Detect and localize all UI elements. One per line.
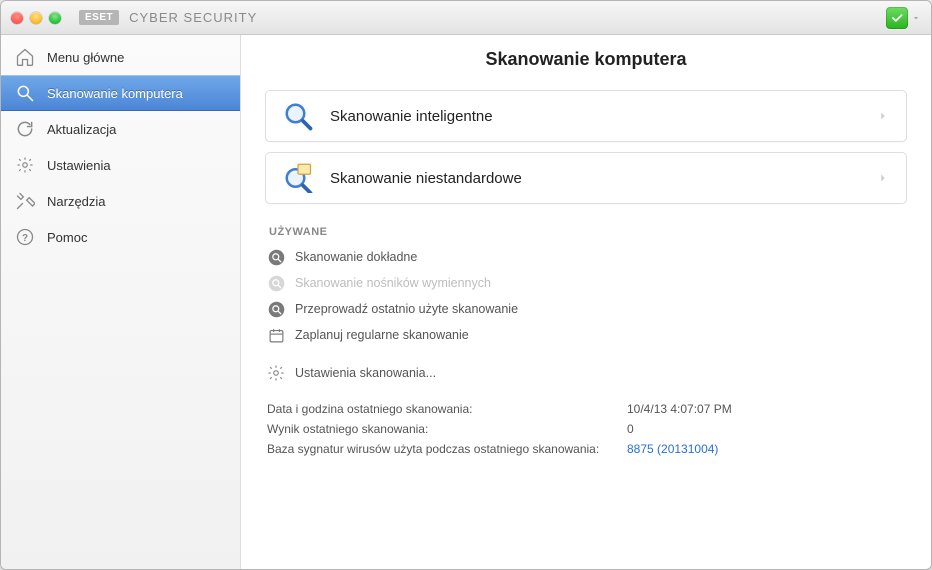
- sidebar-item-tools[interactable]: Narzędzia: [1, 183, 240, 219]
- info-value: 0: [627, 422, 905, 436]
- gear-icon: [15, 155, 35, 175]
- smart-scan-button[interactable]: Skanowanie inteligentne: [265, 90, 907, 142]
- action-label: Skanowanie niestandardowe: [330, 170, 860, 187]
- magnifier-blue-icon: [282, 100, 314, 132]
- info-value: 10/4/13 4:07:07 PM: [627, 402, 905, 416]
- used-item-label: Zaplanuj regularne skanowanie: [295, 328, 469, 342]
- calendar-icon: [267, 326, 285, 344]
- action-label: Skanowanie inteligentne: [330, 108, 860, 125]
- used-item-label: Skanowanie dokładne: [295, 250, 417, 264]
- custom-scan-button[interactable]: Skanowanie niestandardowe: [265, 152, 907, 204]
- refresh-icon: [15, 119, 35, 139]
- chevron-right-icon: [876, 171, 890, 185]
- page-header: Skanowanie komputera: [241, 35, 931, 90]
- scan-settings-link[interactable]: Ustawienia skanowania...: [241, 348, 931, 398]
- deep-scan-link[interactable]: Skanowanie dokładne: [267, 244, 905, 270]
- magnifier-doc-icon: [282, 162, 314, 194]
- used-section-title: UŻYWANE: [241, 204, 931, 244]
- titlebar: ESET CYBER SECURITY: [1, 1, 931, 35]
- round-search: [267, 300, 285, 318]
- main-panel: Skanowanie komputera Skanowanie intelige…: [241, 35, 931, 569]
- sidebar-item-update[interactable]: Aktualizacja: [1, 111, 240, 147]
- sidebar: Menu główne Skanowanie komputera Aktuali…: [1, 35, 241, 569]
- svg-text:?: ?: [22, 233, 28, 244]
- close-window-button[interactable]: [11, 12, 23, 24]
- brand-logo: ESET: [79, 10, 119, 25]
- round-search: [267, 274, 285, 292]
- sidebar-item-main-menu[interactable]: Menu główne: [1, 39, 240, 75]
- info-label: Data i godzina ostatniego skanowania:: [267, 402, 627, 416]
- used-item-label: Przeprowadź ostatnio użyte skanowanie: [295, 302, 518, 316]
- search-icon: [15, 83, 35, 103]
- scan-settings-label: Ustawienia skanowania...: [295, 366, 436, 380]
- sidebar-item-help[interactable]: ? Pomoc: [1, 219, 240, 255]
- chevron-down-icon[interactable]: [911, 13, 921, 23]
- sidebar-item-scan[interactable]: Skanowanie komputera: [1, 75, 240, 111]
- last-scan-link[interactable]: Przeprowadź ostatnio użyte skanowanie: [267, 296, 905, 322]
- used-item-label: Skanowanie nośników wymiennych: [295, 276, 491, 290]
- sidebar-item-settings[interactable]: Ustawienia: [1, 147, 240, 183]
- sidebar-item-label: Ustawienia: [47, 158, 111, 173]
- protection-status-indicator[interactable]: [886, 7, 908, 29]
- sidebar-item-label: Menu główne: [47, 50, 124, 65]
- sidebar-item-label: Aktualizacja: [47, 122, 116, 137]
- gear-small-icon: [267, 364, 285, 382]
- info-label: Wynik ostatniego skanowania:: [267, 422, 627, 436]
- sidebar-item-label: Pomoc: [47, 230, 87, 245]
- minimize-window-button[interactable]: [30, 12, 42, 24]
- info-label: Baza sygnatur wirusów użyta podczas osta…: [267, 442, 627, 456]
- page-title: Skanowanie komputera: [241, 49, 931, 70]
- removable-scan-link: Skanowanie nośników wymiennych: [267, 270, 905, 296]
- brand-title: CYBER SECURITY: [129, 10, 257, 25]
- window-controls: [11, 12, 61, 24]
- info-value-link[interactable]: 8875 (20131004): [627, 442, 905, 456]
- brand: ESET CYBER SECURITY: [79, 10, 257, 25]
- check-icon: [890, 11, 904, 25]
- house-icon: [15, 47, 35, 67]
- sidebar-item-label: Skanowanie komputera: [47, 86, 183, 101]
- round-search: [267, 248, 285, 266]
- tools-icon: [15, 191, 35, 211]
- zoom-window-button[interactable]: [49, 12, 61, 24]
- help-icon: ?: [15, 227, 35, 247]
- schedule-scan-link[interactable]: Zaplanuj regularne skanowanie: [267, 322, 905, 348]
- chevron-right-icon: [876, 109, 890, 123]
- sidebar-item-label: Narzędzia: [47, 194, 106, 209]
- app-window: ESET CYBER SECURITY Menu główne Skanowan…: [0, 0, 932, 570]
